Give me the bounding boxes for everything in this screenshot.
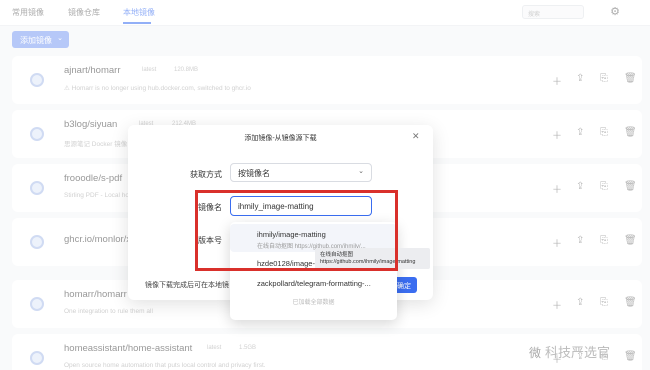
- loaded-all-text: 已加载全部数据: [292, 300, 335, 306]
- close-icon[interactable]: ✕: [412, 131, 420, 142]
- chevron-down-icon: ⌄: [358, 168, 364, 175]
- watermark: 微科技严选官: [529, 342, 610, 361]
- highlight-annotation-box: [195, 190, 398, 271]
- suggestion-item[interactable]: zackpollard/telegram-formatting-...: [230, 274, 397, 294]
- method-value: 按镜像名: [238, 169, 270, 178]
- method-label: 获取方式: [190, 170, 222, 179]
- method-select[interactable]: 按镜像名 ⌄: [230, 163, 372, 182]
- suggestion-title: zackpollard/telegram-formatting-...: [257, 279, 371, 288]
- footer-note: 镜像下载完成后可在本地镜: [145, 282, 229, 289]
- watermark-text: 科技严选官: [545, 345, 611, 360]
- weibo-logo-icon: 微: [529, 346, 542, 360]
- dialog-title: 添加镜像-从镜像源下载: [244, 135, 317, 142]
